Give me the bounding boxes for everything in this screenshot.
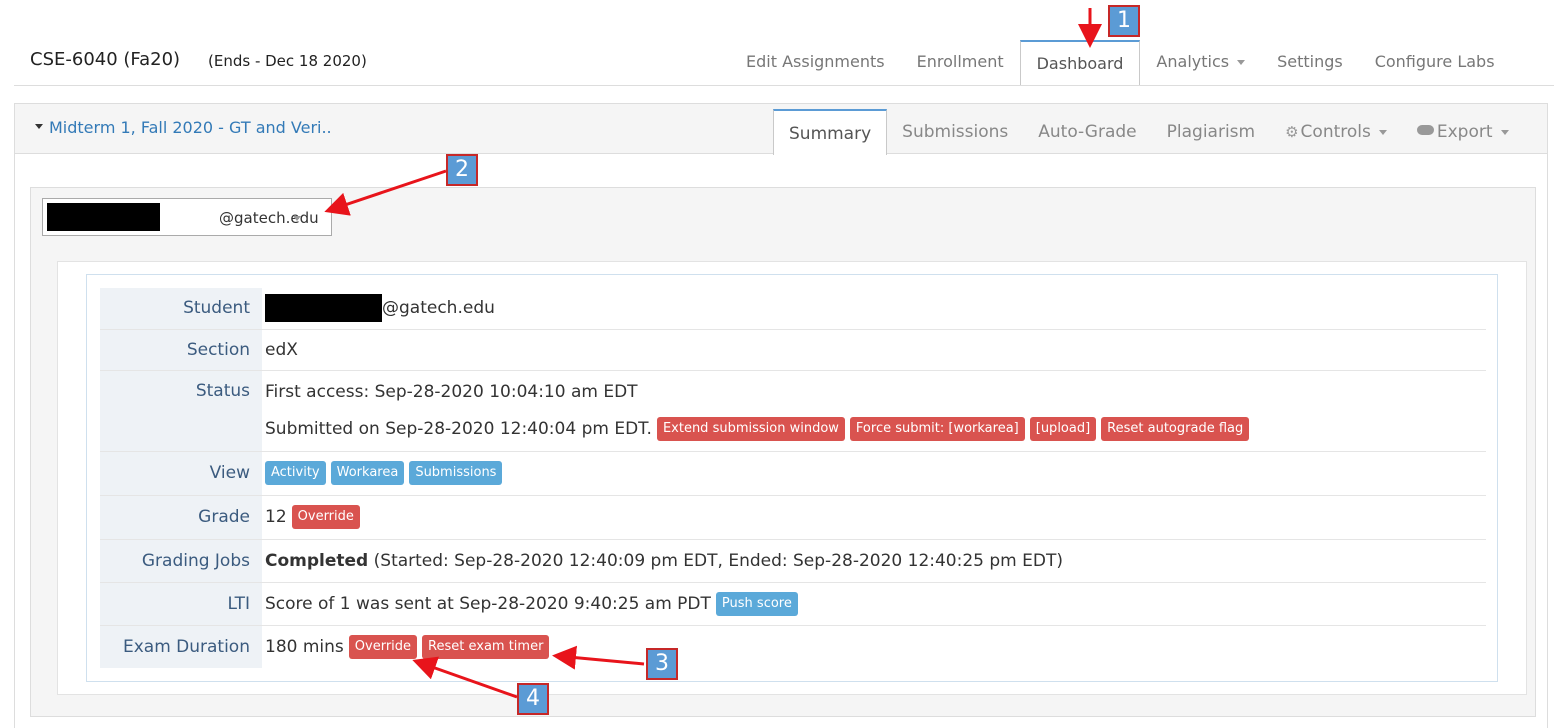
annotation-marker-3: 3 bbox=[646, 648, 678, 680]
annotation-arrows bbox=[324, 8, 1102, 699]
annotation-arrow-4 bbox=[412, 656, 518, 699]
annotation-marker-2: 2 bbox=[446, 154, 478, 186]
annotation-marker-1: 1 bbox=[1108, 5, 1140, 37]
annotation-marker-4: 4 bbox=[517, 683, 549, 715]
annotation-arrow-3 bbox=[552, 645, 645, 670]
annotation-arrow-2 bbox=[324, 169, 447, 216]
